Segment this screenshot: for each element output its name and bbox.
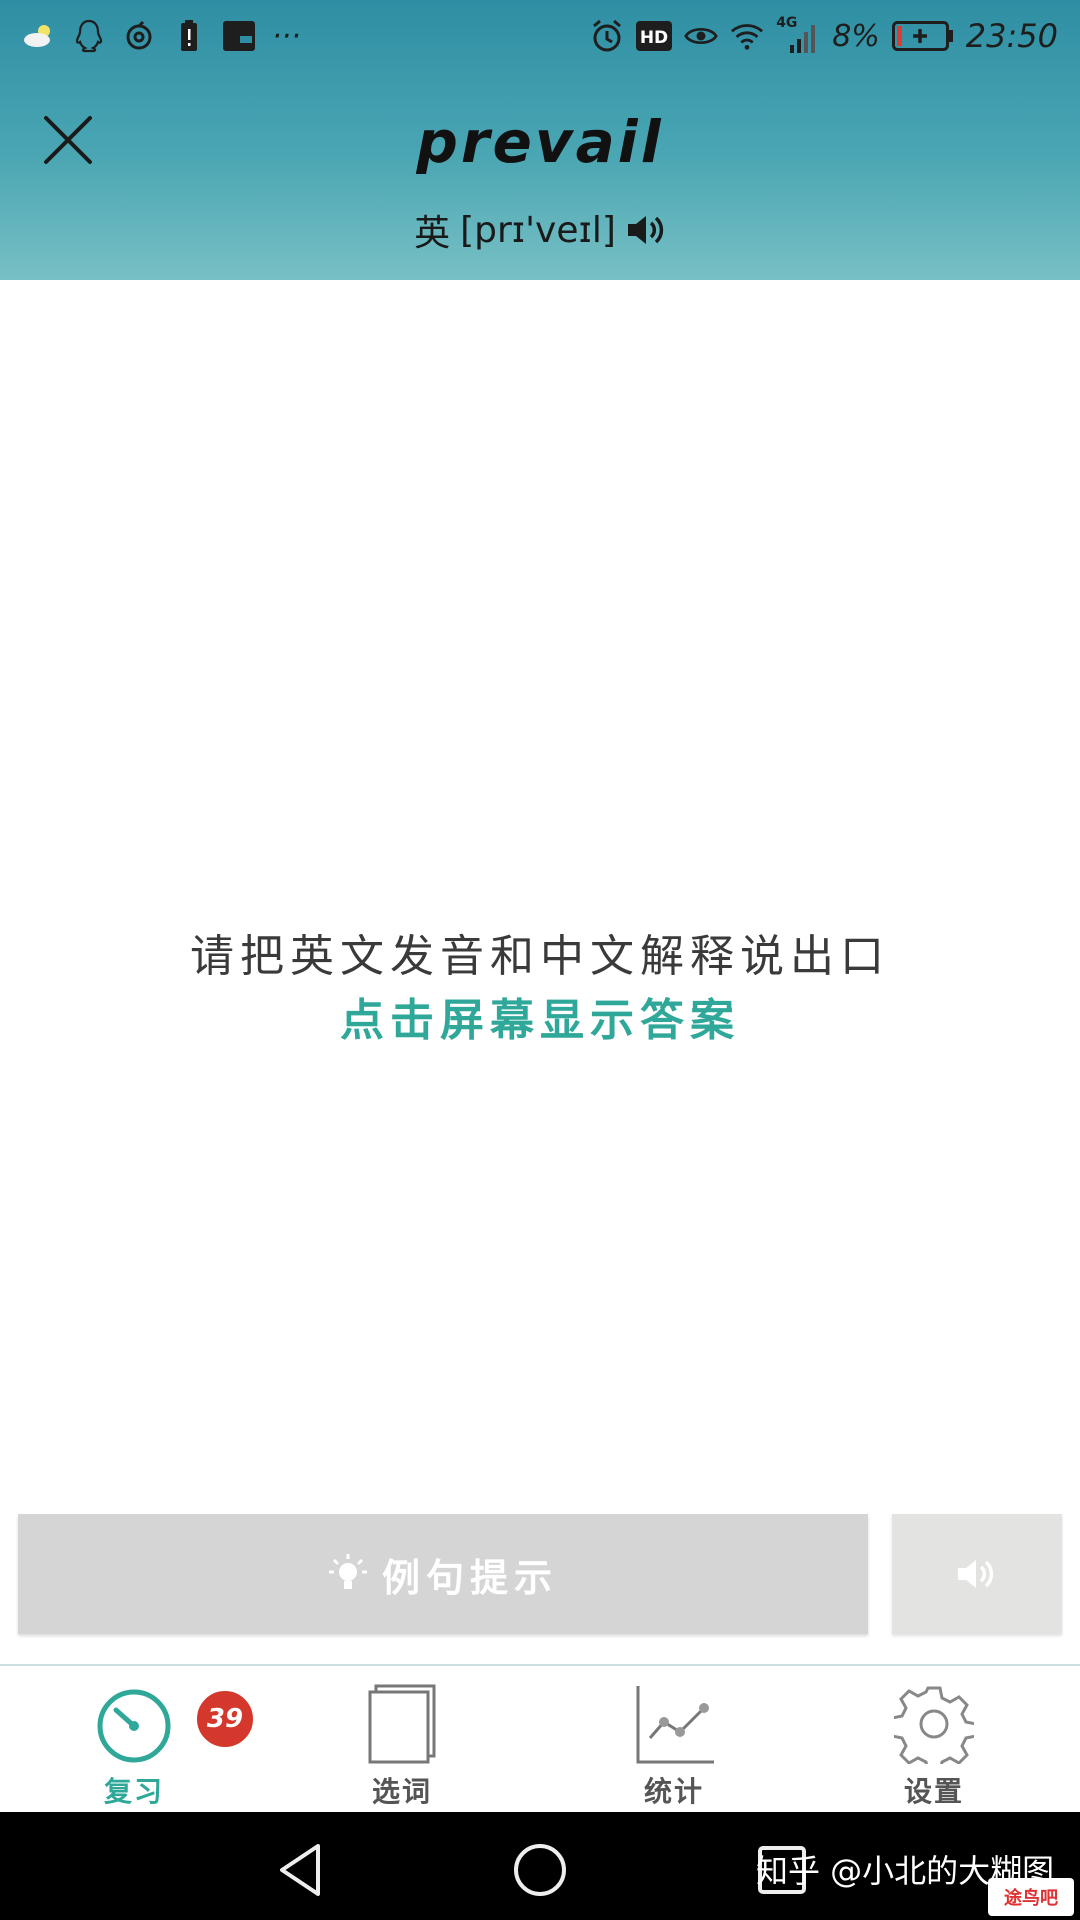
clock: 23:50 bbox=[965, 17, 1058, 55]
battery-percent: 8% bbox=[832, 18, 880, 54]
tab-statistics[interactable]: 统计 bbox=[574, 1666, 774, 1814]
example-hint-button[interactable]: 例句提示 bbox=[18, 1514, 868, 1634]
phonetic-text: [prɪ'veɪl] bbox=[460, 209, 616, 251]
instruction-text: 请把英文发音和中文解释说出口 bbox=[190, 931, 890, 982]
nav-home-button[interactable] bbox=[510, 1840, 570, 1900]
back-triangle-icon bbox=[280, 1844, 320, 1896]
speaker-icon bbox=[958, 1560, 994, 1588]
book-icon bbox=[368, 1684, 436, 1764]
bottom-tab-bar: 39 复习 选词 统计 设置 bbox=[0, 1664, 1080, 1814]
status-bar-left: ··· bbox=[22, 16, 301, 56]
tab-statistics-label: 统计 bbox=[643, 1775, 704, 1808]
hd-label: HD bbox=[640, 28, 668, 48]
qq-icon bbox=[72, 19, 106, 53]
watermark-logo: 途鸟吧 bbox=[988, 1878, 1074, 1916]
tab-settings-label: 设置 bbox=[903, 1775, 964, 1808]
play-audio-button[interactable] bbox=[892, 1514, 1062, 1634]
hd-icon: HD bbox=[636, 19, 673, 53]
tab-select-words-label: 选词 bbox=[371, 1775, 432, 1808]
signal-icon: 4G bbox=[776, 15, 820, 53]
battery-alert-icon bbox=[172, 19, 206, 53]
pronounce-button[interactable] bbox=[626, 210, 666, 250]
watermark-logo-text: 途鸟吧 bbox=[1004, 1888, 1058, 1909]
netease-icon bbox=[122, 19, 156, 53]
lightbulb-icon bbox=[328, 1554, 367, 1589]
battery-icon bbox=[891, 19, 954, 53]
wifi-icon bbox=[730, 19, 764, 53]
speaker-icon bbox=[627, 216, 664, 244]
review-dial-icon bbox=[97, 1689, 171, 1763]
alarm-icon bbox=[590, 19, 624, 53]
tab-review-label: 复习 bbox=[103, 1775, 164, 1808]
status-bar: ··· HD 4G 8% 23:50 bbox=[0, 0, 1080, 72]
tab-select-words[interactable]: 选词 bbox=[302, 1666, 502, 1814]
header: ··· HD 4G 8% 23:50 prevail 英 [prɪ'veɪl] bbox=[0, 0, 1080, 280]
tap-to-reveal-answer[interactable]: 点击屏幕显示答案 bbox=[0, 984, 1080, 1048]
tab-review[interactable]: 39 复习 bbox=[34, 1666, 256, 1814]
weather-icon bbox=[22, 19, 56, 53]
line-chart-icon bbox=[636, 1686, 714, 1764]
phonetic-row: 英 [prɪ'veɪl] bbox=[0, 204, 1080, 256]
wallet-icon bbox=[222, 19, 256, 53]
phonetic-region: 英 bbox=[414, 213, 451, 254]
network-type: 4G bbox=[776, 15, 798, 31]
status-bar-right: HD 4G 8% 23:50 bbox=[590, 15, 1058, 56]
example-hint-label: 例句提示 bbox=[381, 1555, 558, 1600]
status-more: ··· bbox=[272, 18, 301, 54]
tab-settings[interactable]: 设置 bbox=[834, 1666, 1034, 1814]
gear-icon bbox=[894, 1686, 974, 1764]
home-circle-icon bbox=[514, 1844, 566, 1896]
word-title: prevail bbox=[416, 108, 664, 176]
review-count-badge: 39 bbox=[194, 1688, 256, 1750]
eye-icon bbox=[684, 19, 718, 53]
nav-back-button[interactable] bbox=[270, 1840, 330, 1900]
